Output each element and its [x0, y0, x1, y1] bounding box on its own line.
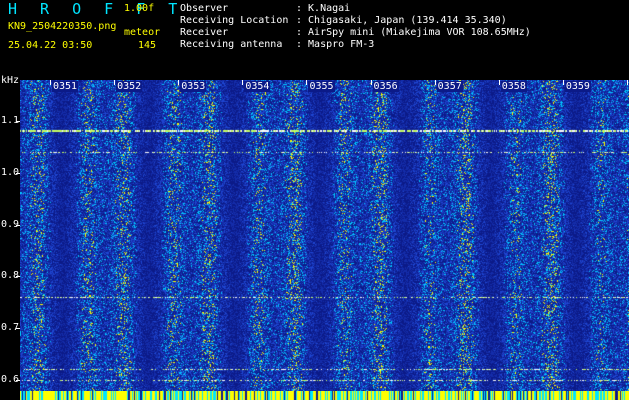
x-tick-label: 0359: [564, 81, 591, 92]
x-tick-label: 0358: [500, 81, 527, 92]
x-tick: [627, 80, 628, 85]
y-tick: [16, 328, 20, 329]
x-tick-label: 0356: [372, 81, 399, 92]
x-tick-label: 0357: [436, 81, 463, 92]
y-tick: [16, 173, 20, 174]
x-tick: [242, 80, 244, 85]
meteor-count: 145: [137, 40, 156, 51]
antenna-value: : Maspro FM-3: [296, 39, 375, 50]
y-tick: [16, 224, 20, 226]
location-label: Receiving Location: [180, 15, 289, 26]
x-tick: [498, 80, 500, 85]
x-tick: [562, 80, 564, 85]
y-tick: [16, 276, 20, 278]
y-axis-unit: kHz: [1, 75, 20, 86]
waterfall-panel: kHz 1.1 1.0 0.9 0.8 0.7 0.6 0351 0352 0353 0354 0…: [0, 73, 629, 400]
x-tick: [434, 80, 436, 85]
app-title: H R O F F T: [8, 0, 185, 18]
x-tick: [50, 80, 51, 85]
datetime-label: 25.04.22 03:50: [8, 40, 93, 51]
version-label: 1.00f: [124, 3, 155, 14]
observer-value: : K.Nagai: [296, 3, 351, 14]
x-tick-label: 0355: [308, 81, 335, 92]
antenna-label: Receiving antenna: [180, 39, 283, 50]
x-tick: [178, 80, 180, 85]
signal-strength-bar: [20, 391, 629, 400]
x-tick: [306, 80, 308, 85]
x-tick-label: 0351: [52, 81, 79, 92]
waterfall-spectrogram: [20, 80, 629, 400]
x-tick-label: 0352: [116, 81, 143, 92]
x-tick: [114, 80, 116, 85]
receiver-value: : AirSpy mini (Miakejima VOR 108.65MHz): [296, 27, 531, 38]
x-tick: [370, 80, 372, 85]
observer-label: Observer: [180, 3, 229, 14]
location-value: : Chigasaki, Japan (139.414 35.340): [296, 15, 507, 26]
y-tick: [16, 379, 20, 381]
x-tick-label: 0353: [180, 81, 207, 92]
receiver-label: Receiver: [180, 27, 229, 38]
x-tick-label: 0354: [244, 81, 271, 92]
filename-label: KN9_2504220350.png: [8, 21, 117, 32]
mode-label: meteor: [124, 27, 161, 38]
y-tick: [16, 121, 20, 123]
